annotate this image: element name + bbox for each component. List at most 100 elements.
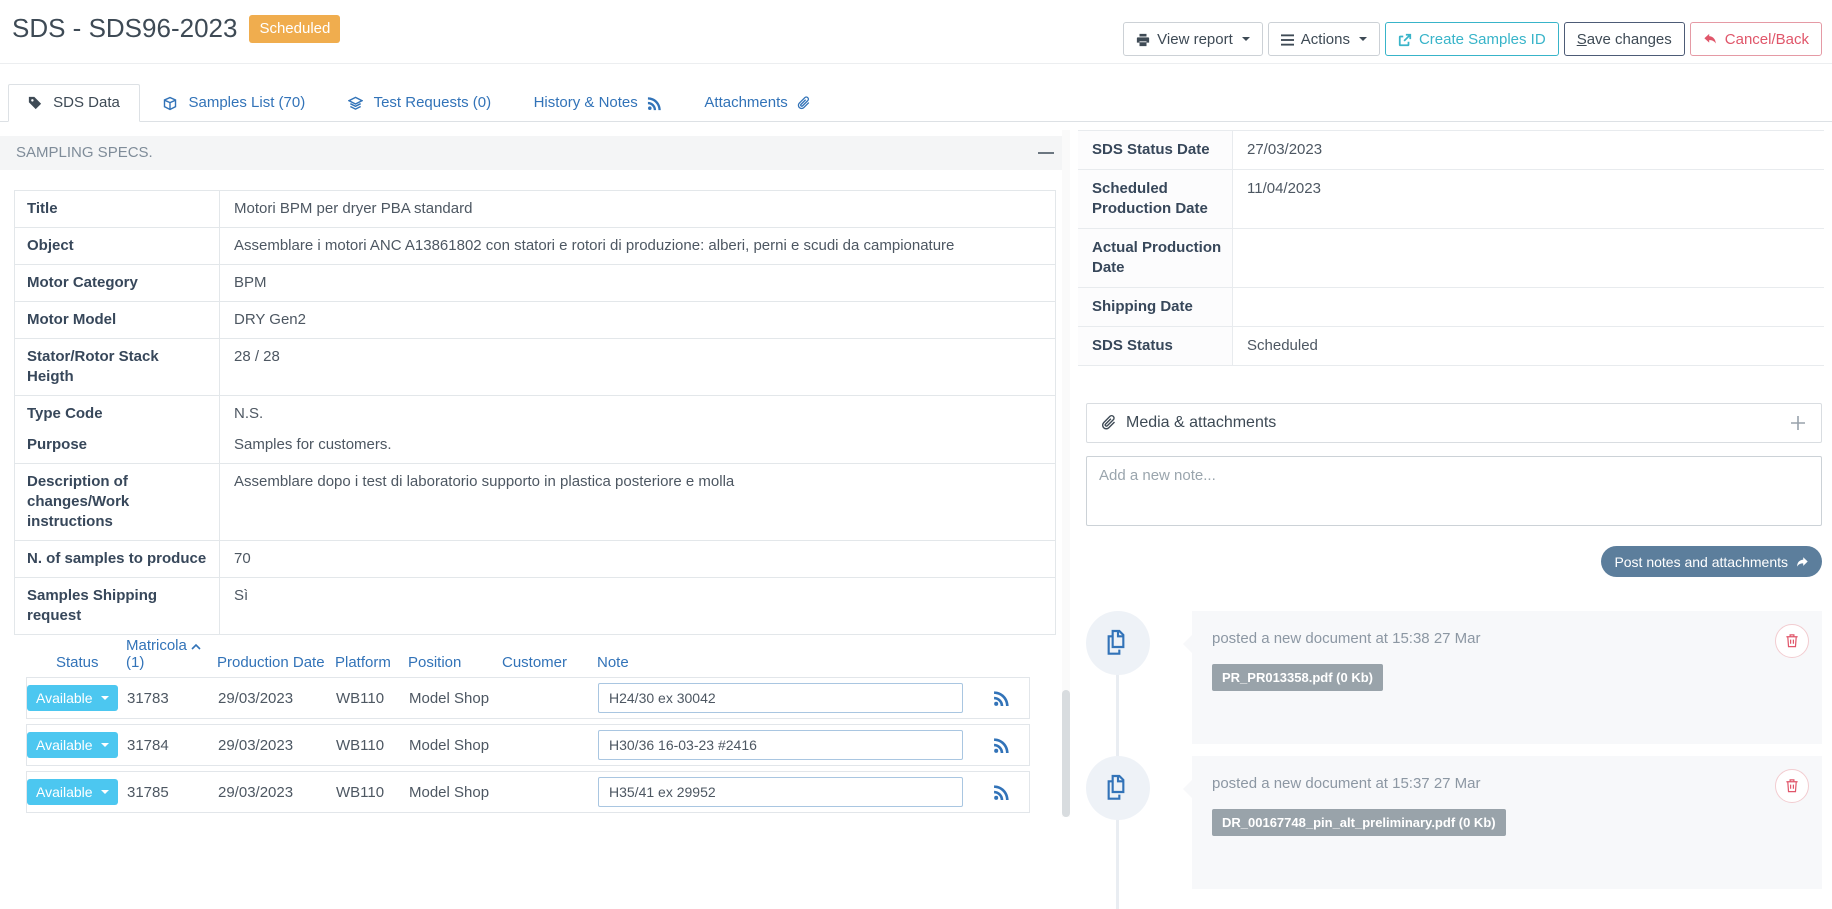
sample-row: Available 31785 29/03/2023 WB110 Model S… bbox=[26, 771, 1030, 813]
feed-item: posted a new document at 15:38 27 Mar PR… bbox=[1086, 611, 1822, 744]
file-attachment-badge[interactable]: PR_PR013358.pdf (0 Kb) bbox=[1212, 664, 1383, 691]
note-input[interactable] bbox=[598, 683, 963, 713]
detail-row: Actual Production Date bbox=[1078, 229, 1824, 288]
spec-row: TitleMotori BPM per dryer PBA standard bbox=[14, 191, 1056, 228]
feed-card: posted a new document at 15:37 27 Mar DR… bbox=[1192, 756, 1822, 889]
sampling-specs-header: SAMPLING SPECS. bbox=[0, 136, 1070, 170]
save-changes-button[interactable]: Save changes bbox=[1564, 22, 1685, 56]
chevron-down-icon bbox=[1359, 37, 1367, 41]
detail-row: Shipping Date bbox=[1078, 288, 1824, 327]
production-date-cell: 29/03/2023 bbox=[218, 690, 336, 707]
left-panel-scrollbar bbox=[1062, 130, 1070, 817]
status-dropdown[interactable]: Available bbox=[27, 779, 118, 805]
actions-button[interactable]: Actions bbox=[1268, 22, 1380, 56]
cancel-back-button[interactable]: Cancel/Back bbox=[1690, 22, 1822, 56]
menu-icon bbox=[1281, 31, 1294, 48]
chevron-down-icon bbox=[1242, 37, 1250, 41]
column-header-note[interactable]: Note bbox=[597, 654, 982, 671]
minus-icon bbox=[1038, 144, 1054, 161]
status-dropdown[interactable]: Available bbox=[27, 685, 118, 711]
collapse-section-button[interactable] bbox=[1038, 136, 1054, 170]
column-header-platform[interactable]: Platform bbox=[335, 654, 408, 671]
spec-row-double: Type Code Purpose N.S. Samples for custo… bbox=[14, 396, 1056, 464]
layers-icon bbox=[348, 94, 363, 111]
tab-attachments[interactable]: Attachments bbox=[685, 85, 830, 121]
feed-text: posted a new document at 15:38 27 Mar bbox=[1212, 630, 1802, 647]
column-header-customer[interactable]: Customer bbox=[502, 654, 597, 671]
chevron-down-icon bbox=[101, 743, 109, 747]
section-title: SAMPLING SPECS. bbox=[16, 136, 153, 170]
samples-grid: Status Matricola (1) Production Date Pla… bbox=[26, 635, 1030, 817]
rss-icon[interactable] bbox=[993, 783, 1010, 800]
production-date-cell: 29/03/2023 bbox=[218, 784, 336, 801]
file-attachment-badge[interactable]: DR_00167748_pin_alt_preliminary.pdf (0 K… bbox=[1212, 809, 1506, 836]
rss-icon bbox=[647, 94, 662, 111]
spec-row: N. of samples to produce70 bbox=[14, 541, 1056, 578]
rss-icon[interactable] bbox=[993, 736, 1010, 753]
media-attachments-panel: Media & attachments Post notes and attac… bbox=[1086, 403, 1822, 889]
documents-icon bbox=[1102, 772, 1134, 804]
platform-cell: WB110 bbox=[336, 784, 409, 801]
add-attachment-button[interactable] bbox=[1789, 414, 1807, 432]
platform-cell: WB110 bbox=[336, 737, 409, 754]
note-input[interactable] bbox=[598, 730, 963, 760]
matricola-cell: 31784 bbox=[127, 737, 218, 754]
matricola-cell: 31785 bbox=[127, 784, 218, 801]
activity-feed: posted a new document at 15:38 27 Mar PR… bbox=[1086, 577, 1822, 889]
delete-attachment-button[interactable] bbox=[1775, 769, 1809, 803]
share-icon bbox=[1795, 554, 1809, 570]
status-dropdown[interactable]: Available bbox=[27, 732, 118, 758]
status-badge: Scheduled bbox=[249, 15, 340, 43]
tab-test-requests[interactable]: Test Requests (0) bbox=[329, 85, 510, 121]
sample-row: Available 31783 29/03/2023 WB110 Model S… bbox=[26, 677, 1030, 719]
top-bar: SDS - SDS96-2023 Scheduled View report Ac… bbox=[0, 0, 1832, 64]
trash-icon bbox=[1785, 777, 1799, 795]
sampling-specs-table: TitleMotori BPM per dryer PBA standard O… bbox=[14, 190, 1056, 635]
post-notes-button[interactable]: Post notes and attachments bbox=[1601, 546, 1822, 577]
spec-row: ObjectAssemblare i motori ANC A13861802 … bbox=[14, 228, 1056, 265]
scrollbar-thumb[interactable] bbox=[1062, 690, 1070, 817]
spec-row: Stator/Rotor Stack Heigth28 / 28 bbox=[14, 339, 1056, 396]
chevron-down-icon bbox=[101, 696, 109, 700]
details-panel: SDS Status Date27/03/2023 Scheduled Prod… bbox=[1078, 130, 1824, 817]
paperclip-icon bbox=[797, 94, 811, 111]
page-title: SDS - SDS96-2023 Scheduled bbox=[12, 13, 340, 44]
page-title-text: SDS - SDS96-2023 bbox=[12, 13, 237, 43]
topbar-actions: View report Actions Create Samples ID Sa… bbox=[1123, 22, 1822, 56]
platform-cell: WB110 bbox=[336, 690, 409, 707]
samples-grid-header: Status Matricola (1) Production Date Pla… bbox=[26, 635, 1030, 677]
sampling-specs-panel: SAMPLING SPECS. TitleMotori BPM per drye… bbox=[0, 122, 1070, 817]
position-cell: Model Shop bbox=[409, 784, 503, 801]
tab-sds-data[interactable]: SDS Data bbox=[8, 84, 140, 122]
column-header-position[interactable]: Position bbox=[408, 654, 502, 671]
plus-icon bbox=[1789, 414, 1807, 431]
trash-icon bbox=[1785, 632, 1799, 650]
column-header-production-date[interactable]: Production Date bbox=[217, 654, 335, 671]
spec-row: Description of changes/Work instructions… bbox=[14, 464, 1056, 541]
note-input[interactable] bbox=[598, 777, 963, 807]
position-cell: Model Shop bbox=[409, 737, 503, 754]
detail-row: SDS StatusScheduled bbox=[1078, 327, 1824, 366]
printer-icon bbox=[1136, 31, 1150, 48]
chevron-down-icon bbox=[101, 790, 109, 794]
column-header-status[interactable]: Status bbox=[26, 654, 126, 671]
view-report-button[interactable]: View report bbox=[1123, 22, 1263, 56]
media-attachments-header: Media & attachments bbox=[1086, 403, 1822, 443]
sort-asc-icon bbox=[191, 637, 201, 654]
feed-card: posted a new document at 15:38 27 Mar PR… bbox=[1192, 611, 1822, 744]
paperclip-icon bbox=[1101, 414, 1117, 432]
feed-item: posted a new document at 15:37 27 Mar DR… bbox=[1086, 756, 1822, 889]
tab-history-notes[interactable]: History & Notes bbox=[515, 85, 681, 121]
create-samples-id-button[interactable]: Create Samples ID bbox=[1385, 22, 1559, 56]
matricola-cell: 31783 bbox=[127, 690, 218, 707]
delete-attachment-button[interactable] bbox=[1775, 624, 1809, 658]
rss-icon[interactable] bbox=[993, 689, 1010, 706]
external-link-icon bbox=[1398, 31, 1412, 48]
tab-samples-list[interactable]: Samples List (70) bbox=[144, 85, 324, 121]
column-header-matricola[interactable]: Matricola (1) bbox=[126, 637, 217, 671]
avatar bbox=[1086, 611, 1150, 675]
detail-row: SDS Status Date27/03/2023 bbox=[1078, 131, 1824, 170]
details-table: SDS Status Date27/03/2023 Scheduled Prod… bbox=[1078, 130, 1824, 366]
new-note-textarea[interactable] bbox=[1086, 456, 1822, 526]
avatar bbox=[1086, 756, 1150, 820]
